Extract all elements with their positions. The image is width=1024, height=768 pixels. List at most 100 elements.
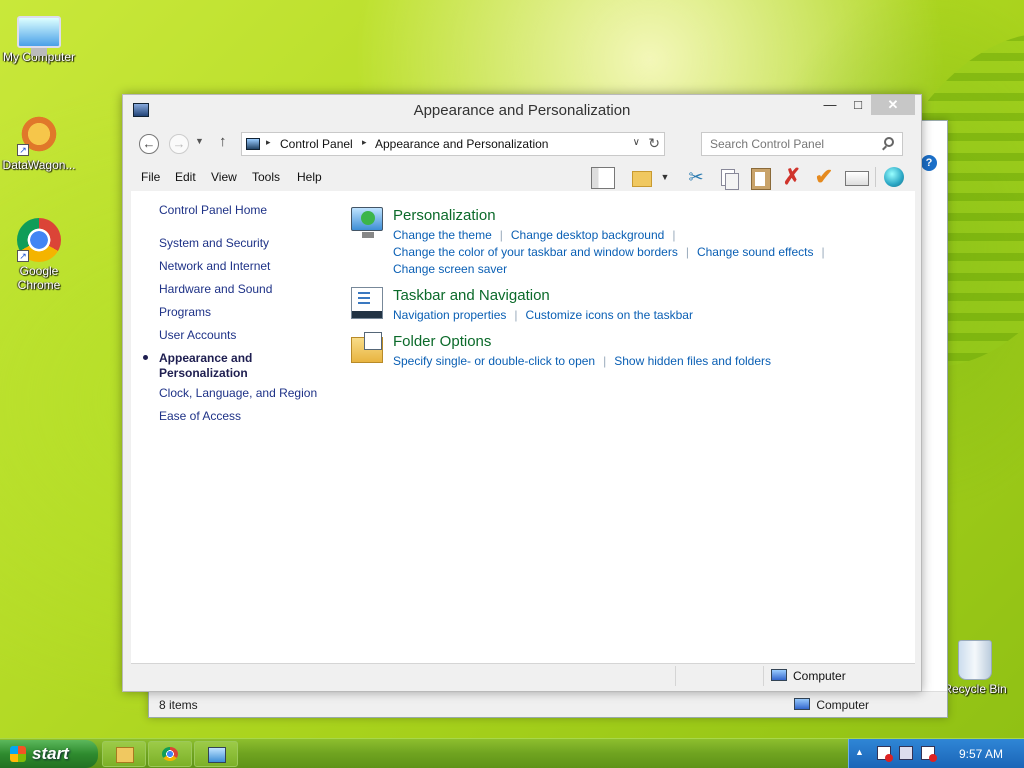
menu-view[interactable]: View	[211, 170, 237, 184]
address-dropdown-icon[interactable]: ∨	[633, 137, 640, 148]
title-bar[interactable]: Appearance and Personalization — □ ✕	[123, 95, 921, 125]
taskbar-icon[interactable]	[351, 287, 383, 319]
chrome-icon: ↗	[17, 218, 61, 262]
content-area: Control Panel Home System and Security N…	[131, 191, 915, 663]
link-separator: |	[685, 245, 689, 259]
breadcrumb-separator-icon[interactable]: ▸	[362, 137, 367, 148]
folder-options-icon[interactable]	[351, 332, 383, 363]
link-separator: |	[499, 228, 503, 242]
control-panel-icon	[246, 138, 260, 150]
search-icon[interactable]	[884, 137, 894, 147]
show-hidden-icons-icon[interactable]: ▲	[855, 747, 864, 757]
nav-hardware-sound[interactable]: Hardware and Sound	[159, 282, 272, 297]
action-center-icon[interactable]	[921, 746, 937, 762]
windows-logo-icon	[10, 746, 26, 762]
link-change-desktop-background[interactable]: Change desktop background	[511, 228, 664, 242]
back-button[interactable]: ←	[139, 134, 159, 154]
breadcrumb-appearance[interactable]: Appearance and Personalization	[375, 137, 548, 151]
refresh-icon[interactable]: ↻	[648, 135, 660, 152]
error-badge-icon	[885, 754, 893, 762]
nav-user-accounts[interactable]: User Accounts	[159, 328, 236, 343]
delete-icon[interactable]: ✗	[779, 165, 805, 189]
status-location: Computer	[794, 698, 869, 712]
recent-locations-dropdown[interactable]: ▼	[195, 136, 204, 146]
paste-icon[interactable]	[747, 165, 773, 190]
nav-network-internet[interactable]: Network and Internet	[159, 259, 270, 274]
link-navigation-properties[interactable]: Navigation properties	[393, 308, 506, 322]
layout-pane-icon[interactable]	[589, 165, 615, 189]
up-button[interactable]: ↑	[219, 133, 227, 150]
desktop-icon-label: DataWagon...	[2, 158, 76, 172]
help-icon[interactable]: ?	[921, 155, 937, 171]
nav-programs[interactable]: Programs	[159, 305, 211, 320]
volume-icon[interactable]	[877, 746, 893, 762]
my-computer-icon	[17, 16, 61, 56]
personalization-icon[interactable]	[351, 207, 383, 238]
link-change-screen-saver[interactable]: Change screen saver	[393, 262, 507, 276]
status-divider	[763, 666, 764, 686]
error-badge-icon	[929, 754, 937, 762]
link-show-hidden-files[interactable]: Show hidden files and folders	[614, 354, 771, 368]
search-input[interactable]	[710, 134, 880, 154]
nav-ease-of-access[interactable]: Ease of Access	[159, 409, 241, 424]
breadcrumb-control-panel[interactable]: Control Panel	[280, 137, 353, 151]
menu-toolbar-row: File Edit View Tools Help ▼ ✂ ✗ ✔	[131, 163, 915, 191]
nav-control-panel-home[interactable]: Control Panel Home	[159, 203, 267, 218]
item-count: 8 items	[159, 698, 198, 712]
shortcut-arrow-icon: ↗	[17, 144, 29, 156]
check-icon[interactable]: ✔	[811, 165, 837, 189]
start-button[interactable]: start	[0, 740, 98, 768]
link-customize-taskbar-icons[interactable]: Customize icons on the taskbar	[526, 308, 693, 322]
network-icon[interactable]	[899, 746, 913, 760]
window-title: Appearance and Personalization	[413, 102, 631, 119]
taskbar-control-panel[interactable]	[194, 741, 238, 767]
desktop-icon-datawagon[interactable]: ↗ DataWagon...	[0, 112, 78, 172]
minimize-button[interactable]: —	[817, 95, 843, 115]
datawagon-icon: ↗	[17, 112, 61, 156]
category-title[interactable]: Taskbar and Navigation	[393, 287, 550, 304]
taskbar: start ▲ 9:57 AM	[0, 738, 1024, 768]
breadcrumb-separator-icon[interactable]: ▸	[266, 137, 271, 148]
system-tray: ▲ 9:57 AM	[848, 739, 1024, 768]
taskbar-chrome[interactable]	[148, 741, 192, 767]
start-label: start	[32, 744, 69, 763]
menu-edit[interactable]: Edit	[175, 170, 196, 184]
recycle-bin-icon	[958, 640, 992, 680]
copy-icon[interactable]	[715, 165, 741, 190]
nav-clock-language-region[interactable]: Clock, Language, and Region	[159, 386, 317, 401]
status-bar: Computer	[131, 663, 915, 687]
link-change-sound-effects[interactable]: Change sound effects	[697, 245, 814, 259]
clock[interactable]: 9:57 AM	[959, 747, 1003, 761]
maximize-button[interactable]: □	[845, 95, 871, 115]
folder-options-icon[interactable]	[629, 165, 655, 189]
cut-icon[interactable]: ✂	[683, 165, 709, 189]
desktop-icon-label: Google Chrome	[17, 264, 61, 292]
menu-file[interactable]: File	[141, 170, 160, 184]
nav-appearance-personalization[interactable]: Appearance and Personalization	[159, 351, 279, 381]
nav-system-security[interactable]: System and Security	[159, 236, 269, 251]
desktop-icon-google-chrome[interactable]: ↗ Google Chrome	[0, 218, 78, 292]
desktop-icon-my-computer[interactable]: My Computer	[0, 10, 78, 64]
forward-button[interactable]: →	[169, 134, 189, 154]
shortcut-arrow-icon: ↗	[17, 250, 29, 262]
link-change-taskbar-color[interactable]: Change the color of your taskbar and win…	[393, 245, 678, 259]
link-separator: |	[672, 228, 676, 242]
close-button[interactable]: ✕	[871, 95, 915, 115]
toolbar-divider	[875, 167, 876, 187]
link-specify-click-to-open[interactable]: Specify single- or double-click to open	[393, 354, 595, 368]
properties-icon[interactable]	[843, 165, 869, 189]
status-divider	[675, 666, 676, 686]
chevron-down-icon[interactable]: ▼	[659, 165, 671, 189]
control-panel-window[interactable]: Appearance and Personalization — □ ✕ ← →…	[122, 94, 922, 692]
address-bar[interactable]: ▸ Control Panel ▸ Appearance and Persona…	[241, 132, 665, 156]
link-change-theme[interactable]: Change the theme	[393, 228, 492, 242]
address-row: ← → ▼ ↑ ▸ Control Panel ▸ Appearance and…	[131, 131, 915, 157]
search-box[interactable]	[701, 132, 903, 156]
menu-tools[interactable]: Tools	[252, 170, 280, 184]
taskbar-file-explorer[interactable]	[102, 741, 146, 767]
category-title[interactable]: Folder Options	[393, 333, 491, 350]
globe-icon[interactable]	[881, 165, 907, 189]
background-status-bar: 8 items Computer	[149, 691, 947, 717]
menu-help[interactable]: Help	[297, 170, 322, 184]
category-title[interactable]: Personalization	[393, 207, 496, 224]
